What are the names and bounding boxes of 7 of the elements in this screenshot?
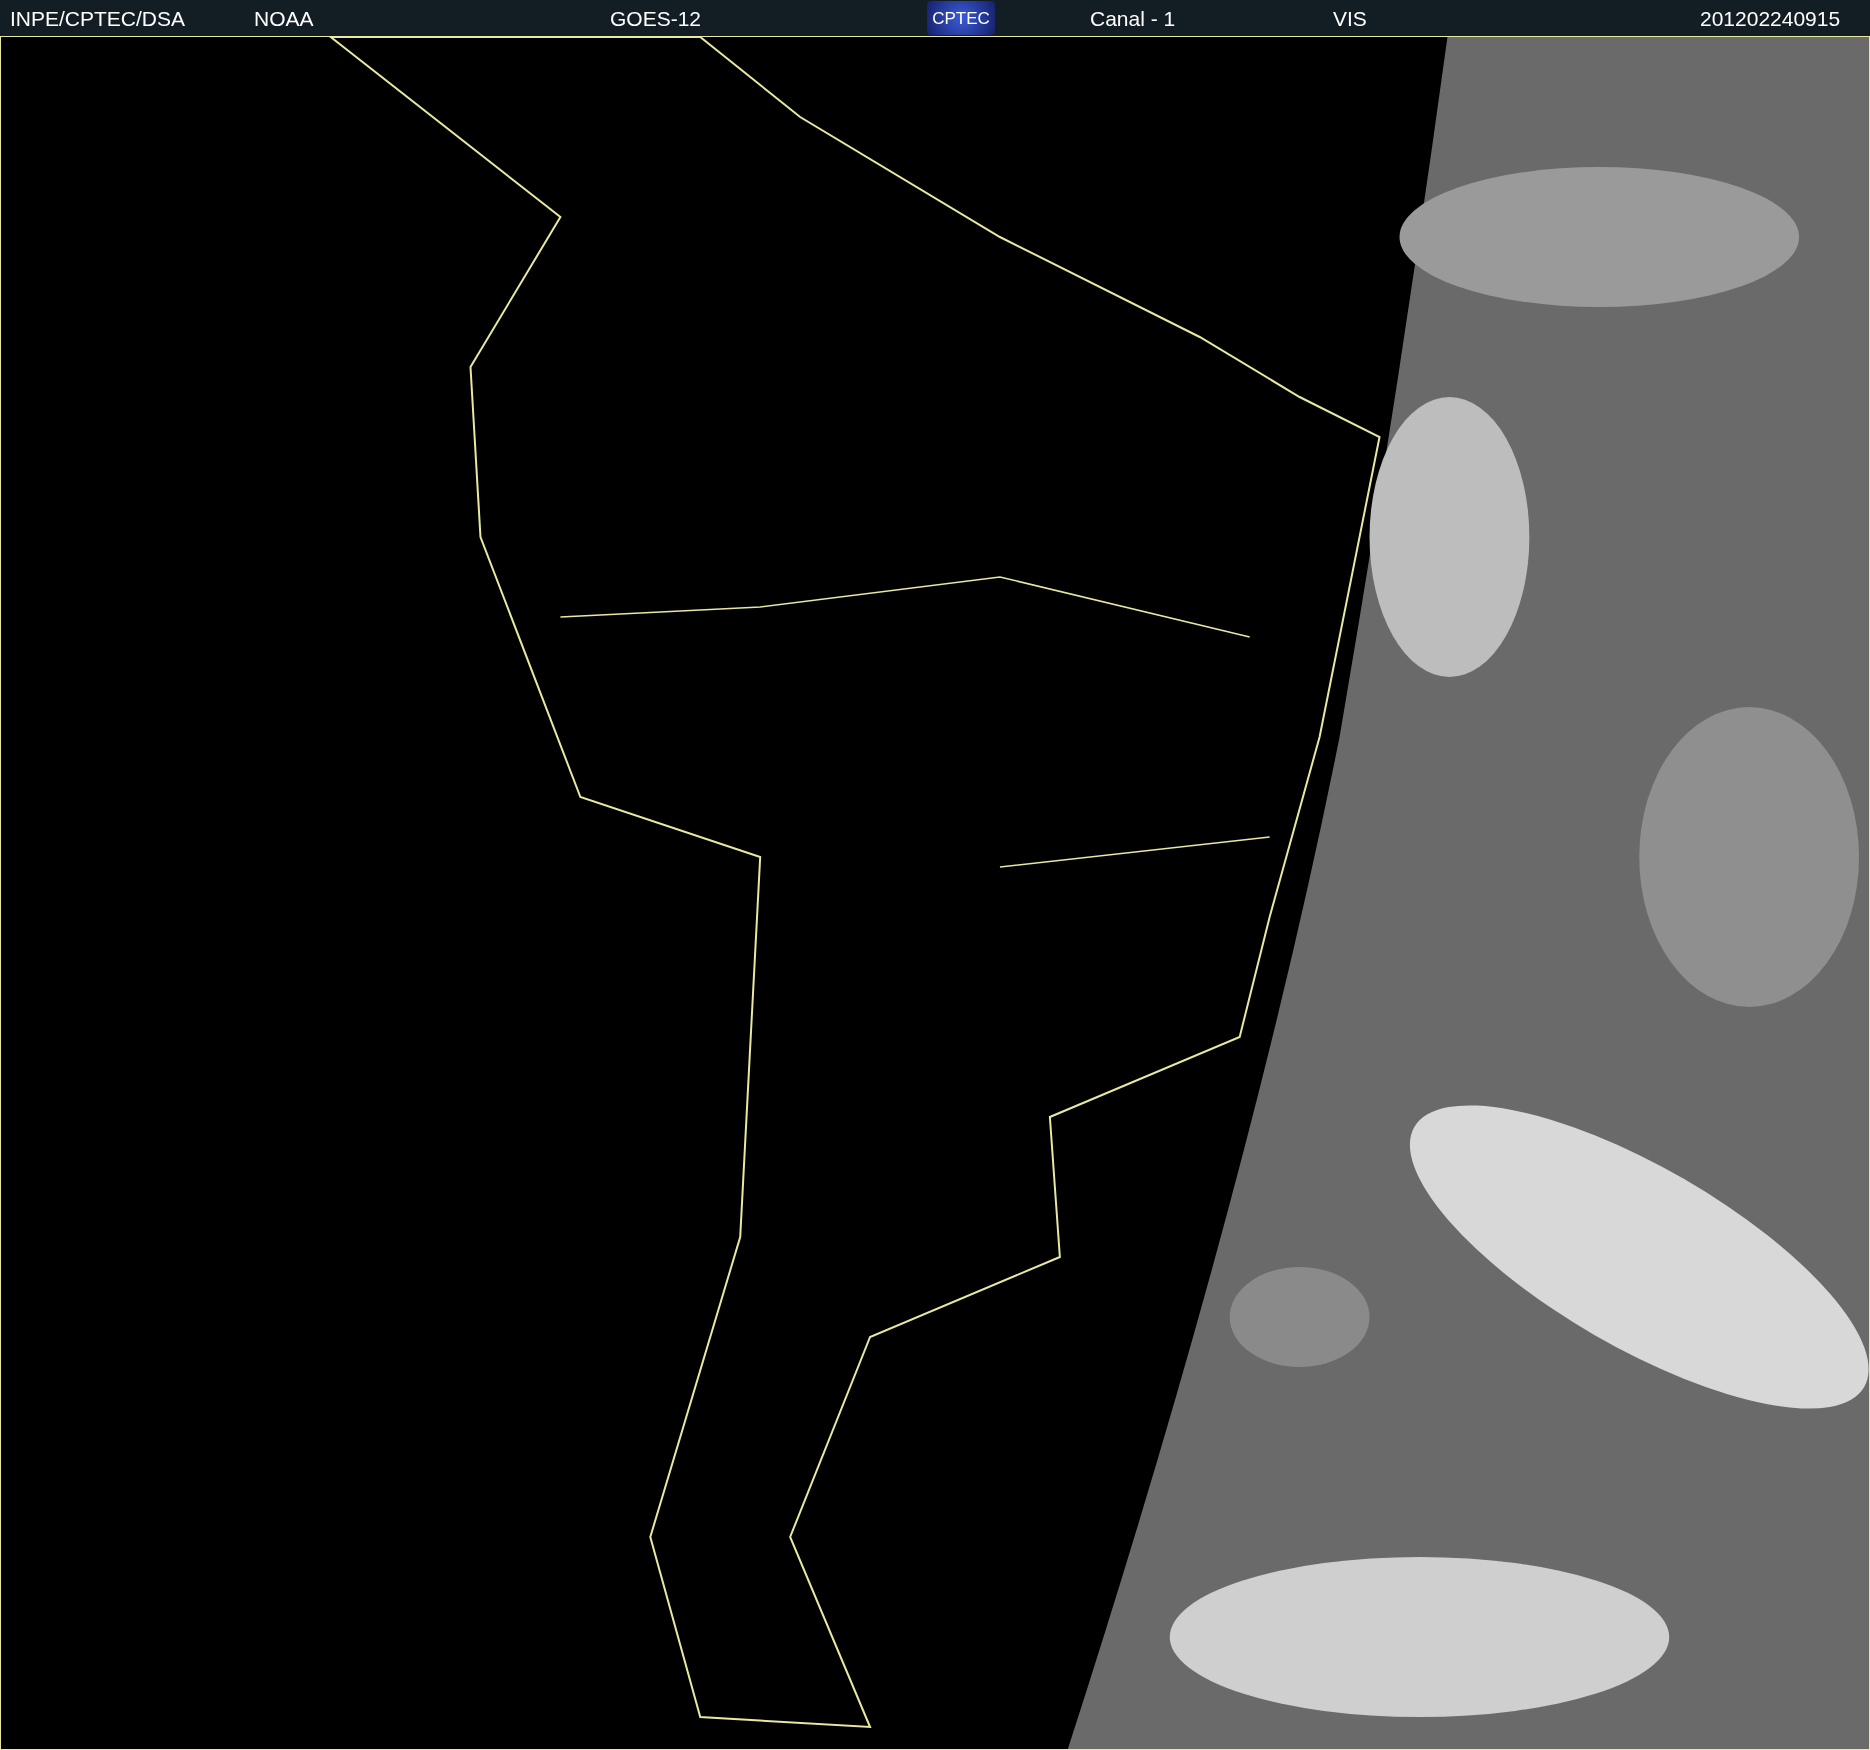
header-label: GOES-12 (610, 7, 702, 29)
logo: CPTEC (927, 1, 995, 35)
header-label: Canal - 1 (1090, 7, 1176, 29)
header-label: VIS (1333, 7, 1367, 29)
header-label: INPE/CPTEC/DSA (10, 7, 186, 29)
header-label: 201202240915 (1700, 7, 1841, 29)
header-label: NOAA (254, 7, 314, 29)
